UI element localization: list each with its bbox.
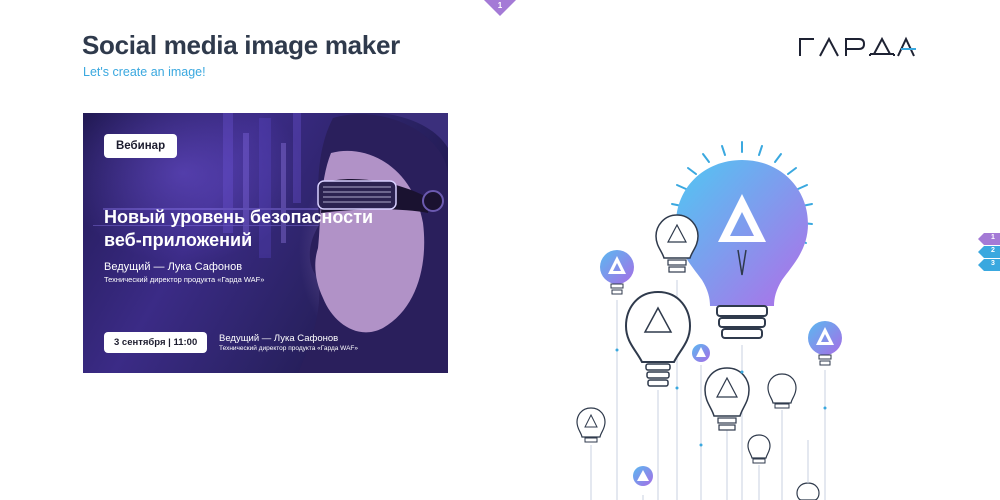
webinar-headline: Новый уровень безопасности веб-приложени… [104,206,424,252]
side-tab-2[interactable]: 2 [978,246,1000,258]
webinar-badge: Вебинар [104,134,178,158]
footer-host-role: Технический директор продукта «Гарда WAF… [219,345,358,352]
headline-line-1: Новый уровень безопасности [104,207,374,227]
side-tab-1-label: 1 [991,234,995,241]
page-title: Social media image maker [82,30,400,60]
host-name: Ведущий — Лука Сафонов [104,261,243,273]
side-step-nav: 1 2 3 [978,233,1000,272]
host-role: Технический директор продукта «Гарда WAF… [104,275,265,284]
side-tab-2-label: 2 [991,247,995,254]
top-step-marker[interactable]: 1 [484,0,516,16]
date-badge: 3 сентября | 11:00 [104,332,208,353]
page-subtitle: Let's create an image! [83,65,206,79]
social-image-preview[interactable]: Вебинар Новый уровень безопасности веб-п… [83,113,448,373]
footer-host-name: Ведущий — Лука Сафонов [219,333,339,344]
side-tab-1[interactable]: 1 [978,233,1000,245]
headline-line-2: веб-приложений [104,230,253,250]
side-tab-3-label: 3 [991,260,995,267]
side-tab-3[interactable]: 3 [978,259,1000,271]
top-step-number: 1 [497,1,503,10]
garda-logo [798,36,916,58]
lightbulbs-illustration [560,140,860,500]
